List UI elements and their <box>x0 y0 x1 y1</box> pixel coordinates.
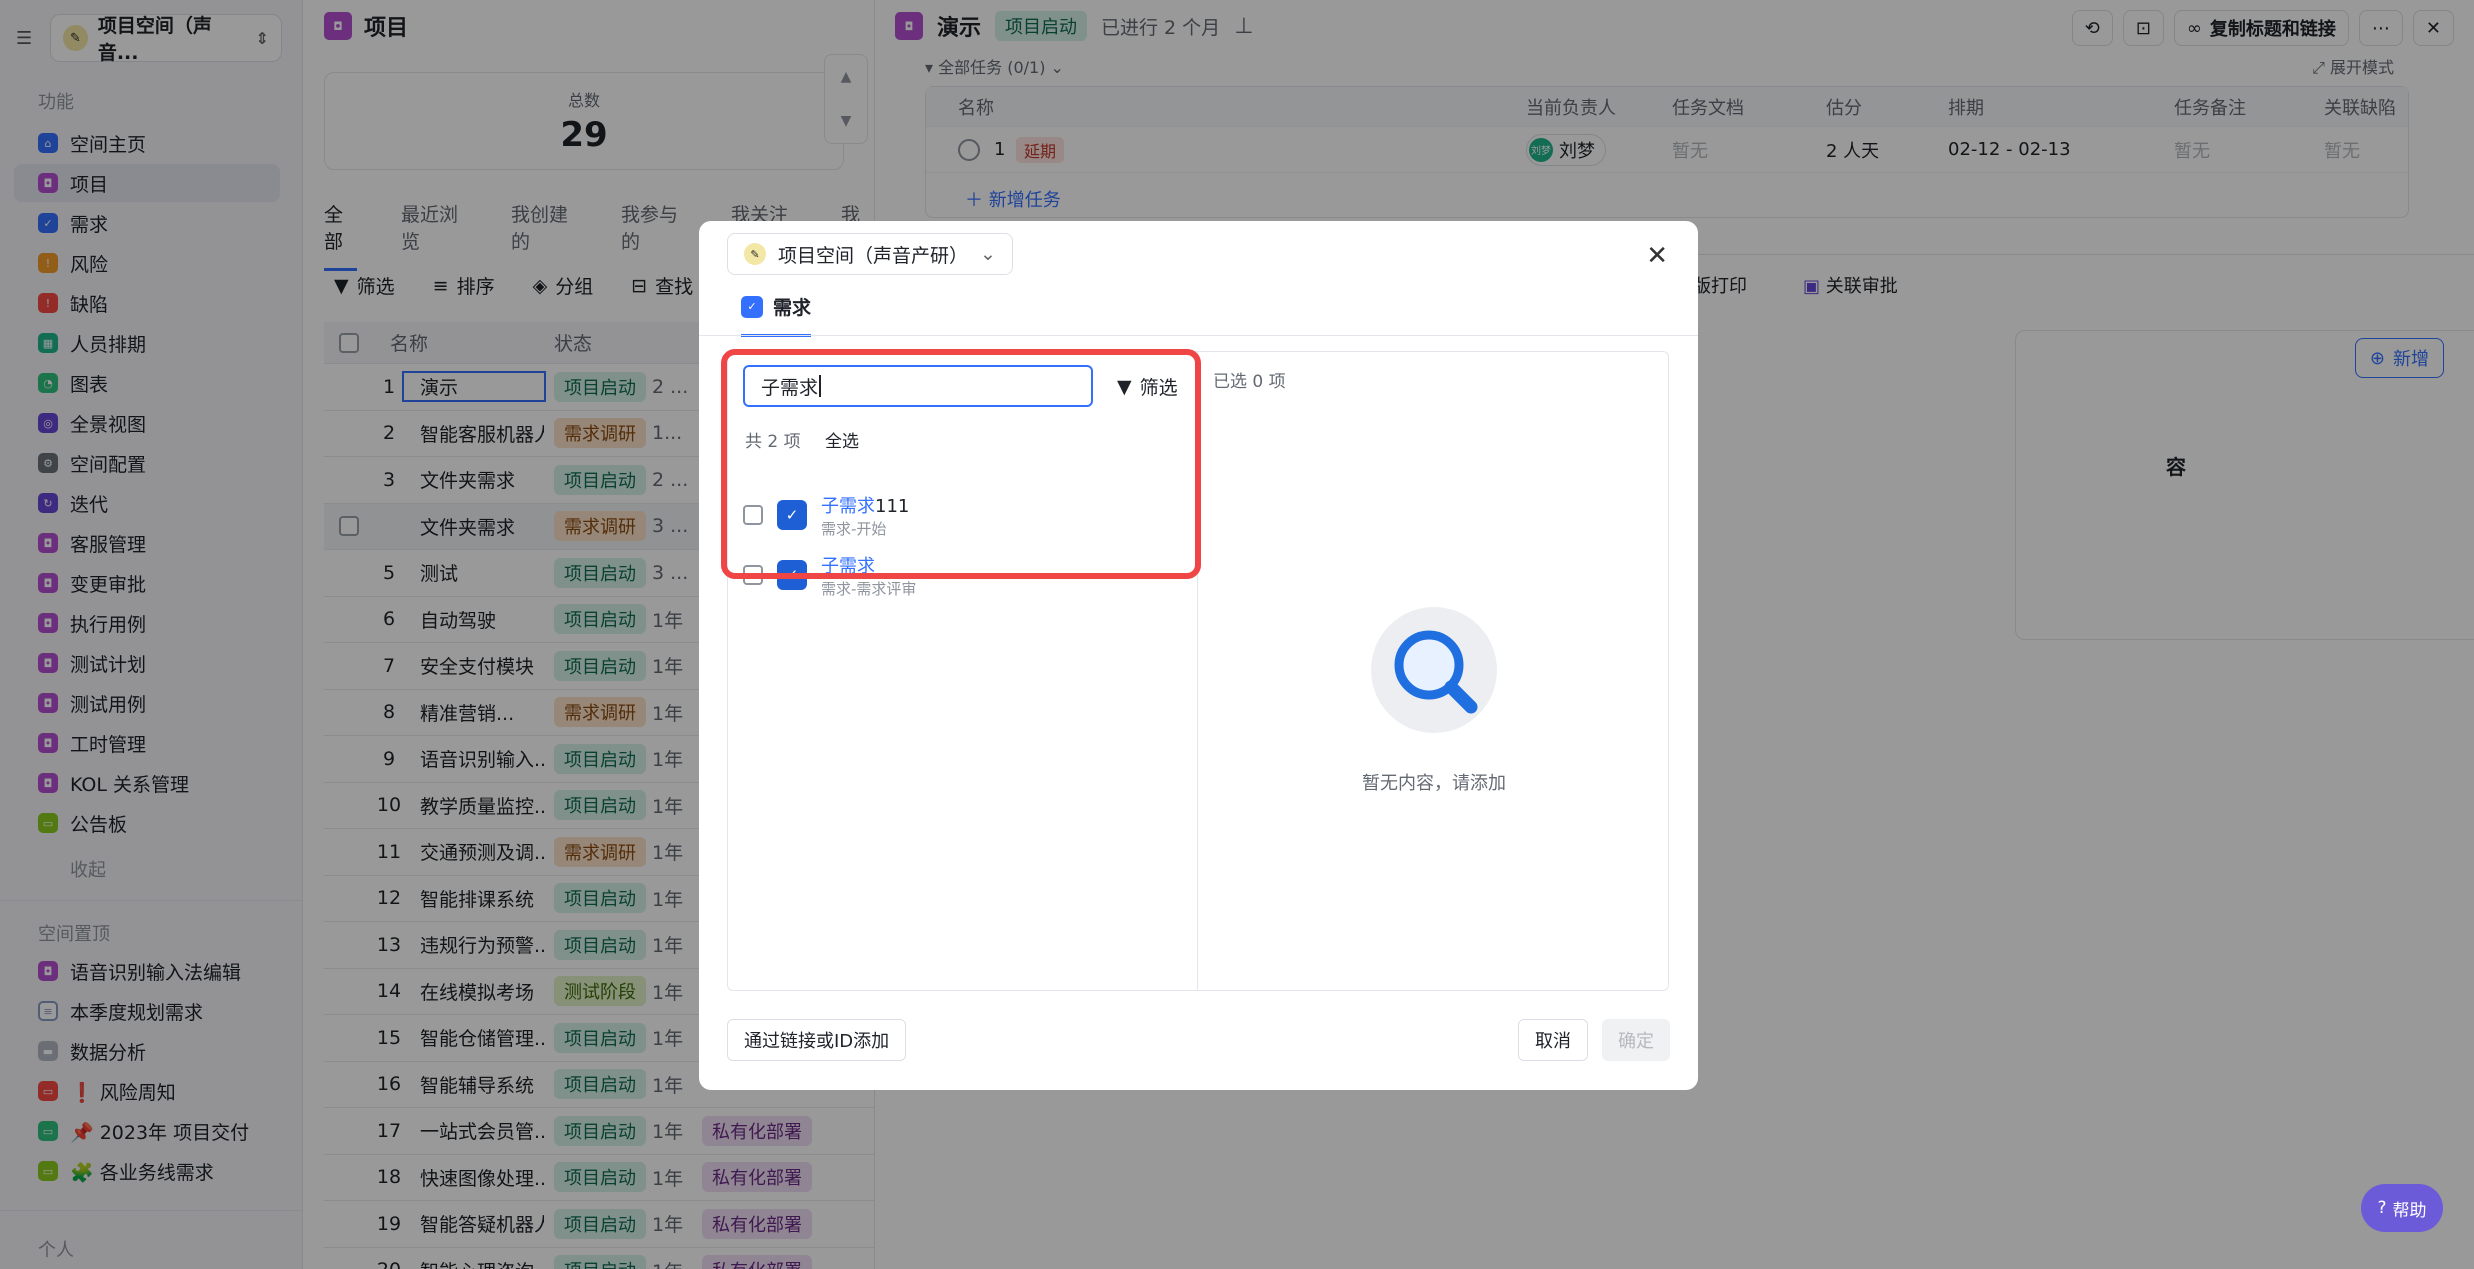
requirement-icon: ✓ <box>741 295 763 318</box>
chevron-down-icon: ⌄ <box>980 243 996 265</box>
add-by-link-button[interactable]: 通过链接或ID添加 <box>727 1019 907 1061</box>
tab-requirement-label: 需求 <box>773 297 812 319</box>
empty-state-text: 暂无内容，请添加 <box>1362 773 1506 794</box>
workspace-logo-icon: ✎ <box>744 243 766 265</box>
help-icon: ? <box>2377 1198 2387 1218</box>
help-label: 帮助 <box>2392 1200 2427 1221</box>
tab-requirement[interactable]: ✓ 需求 <box>741 293 812 337</box>
modal-divider <box>699 335 1698 336</box>
modal-close-icon[interactable]: ✕ <box>1646 241 1668 271</box>
result-subtitle: 需求-需求评审 <box>821 579 917 598</box>
add-requirement-modal: ✎ 项目空间（声音产研） ⌄ ✕ ✓ 需求 子需求 ▼ 筛选 共 2 项 全选 ✓… <box>699 221 1698 1090</box>
modal-workspace-select[interactable]: ✎ 项目空间（声音产研） ⌄ <box>727 233 1013 275</box>
selected-count: 已选 0 项 <box>1213 372 1286 392</box>
highlight-annotation-box <box>721 349 1201 579</box>
empty-search-icon <box>1371 607 1497 733</box>
help-button[interactable]: ? 帮助 <box>2361 1184 2443 1232</box>
cancel-button[interactable]: 取消 <box>1518 1019 1588 1061</box>
modal-workspace-name: 项目空间（声音产研） <box>778 244 969 267</box>
confirm-button[interactable]: 确定 <box>1602 1019 1670 1061</box>
